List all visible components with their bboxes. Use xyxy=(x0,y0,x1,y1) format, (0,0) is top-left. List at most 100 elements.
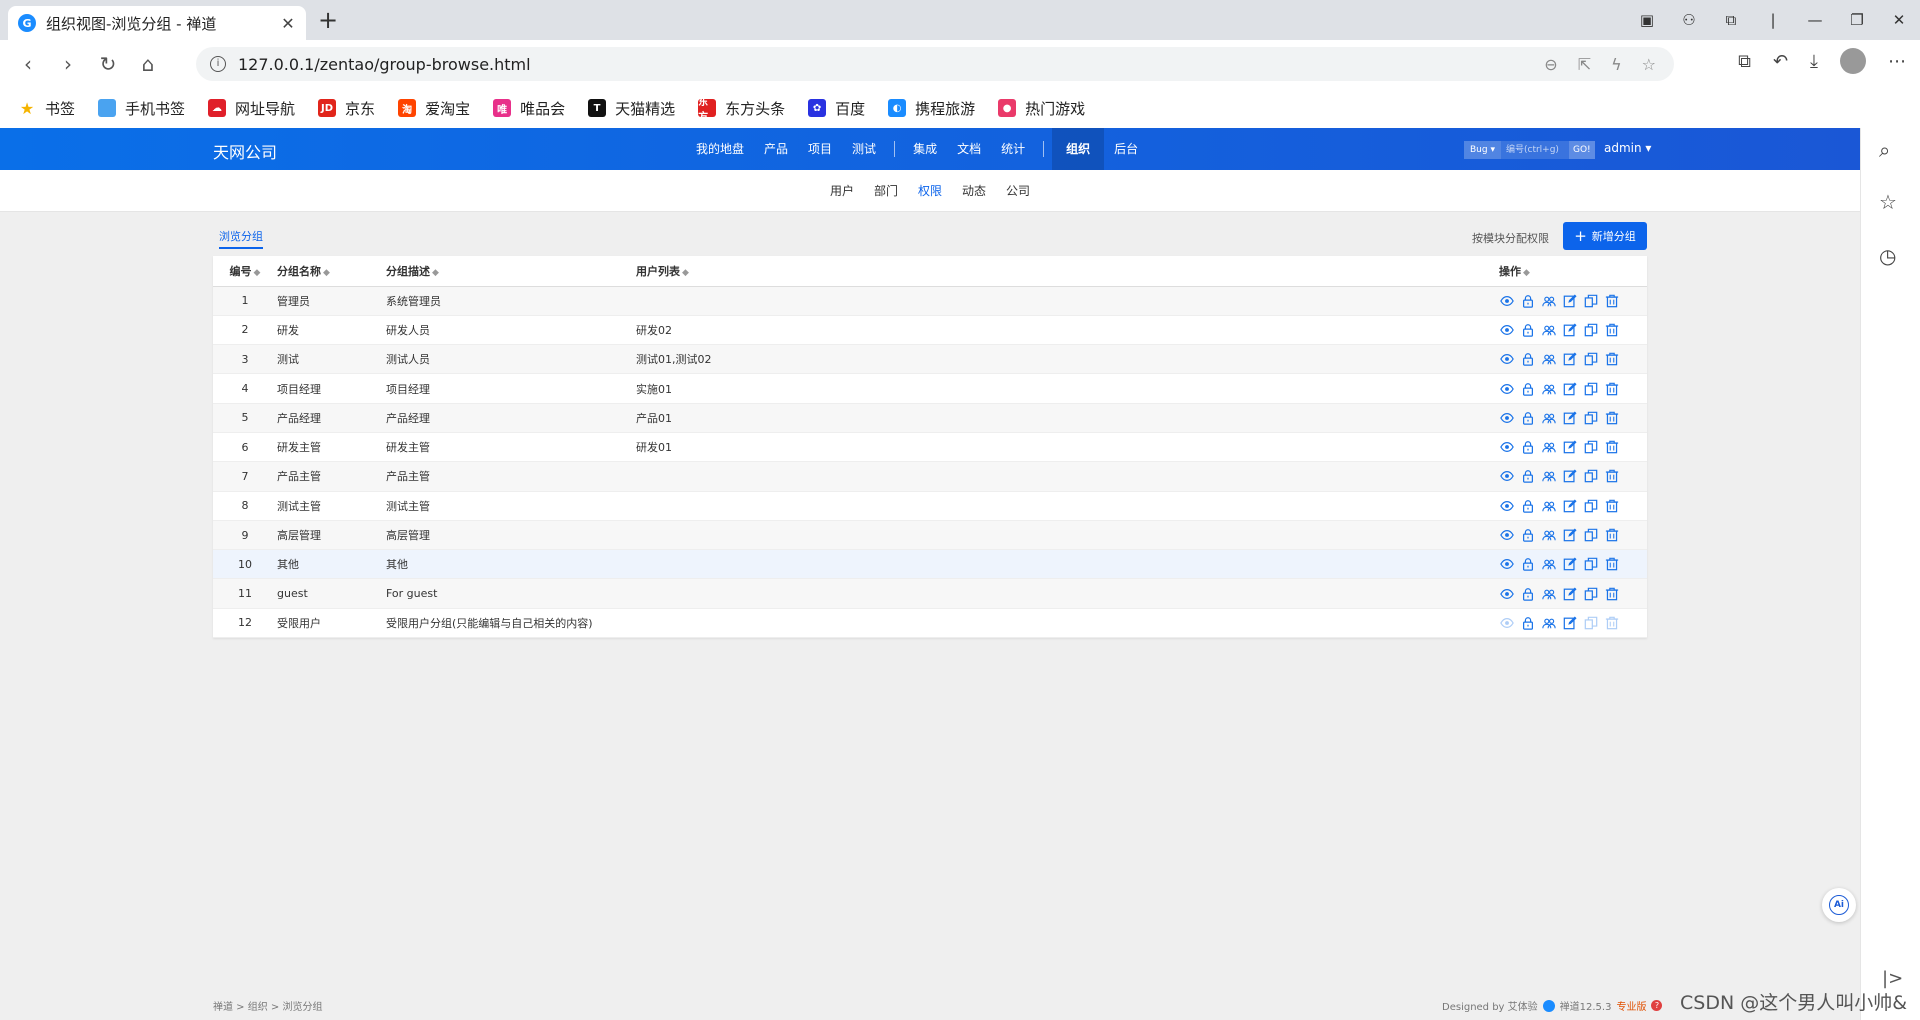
help-icon[interactable]: ? xyxy=(1651,1000,1663,1011)
sub-nav-item[interactable]: 部门 xyxy=(864,182,908,199)
col-users-header[interactable]: 用户列表 ◆ xyxy=(636,256,1499,287)
edit-icon[interactable] xyxy=(1562,322,1578,338)
delete-icon[interactable] xyxy=(1604,556,1620,572)
bookmark-item[interactable]: 东方 东方头条 xyxy=(698,97,785,123)
lock-icon[interactable] xyxy=(1520,527,1536,543)
view-icon[interactable] xyxy=(1499,498,1515,514)
members-icon[interactable] xyxy=(1541,381,1557,397)
members-icon[interactable] xyxy=(1541,468,1557,484)
ai-assistant-button[interactable]: Ai xyxy=(1822,888,1856,922)
copy-icon[interactable] xyxy=(1583,556,1599,572)
main-nav-item[interactable]: 统计 xyxy=(991,128,1035,170)
module-privilege-link[interactable]: 按模块分配权限 xyxy=(1472,230,1549,246)
members-icon[interactable] xyxy=(1541,615,1557,631)
members-icon[interactable] xyxy=(1541,498,1557,514)
edit-icon[interactable] xyxy=(1562,498,1578,514)
copy-icon[interactable] xyxy=(1583,410,1599,426)
sub-nav-item[interactable]: 权限 xyxy=(908,182,952,199)
table-row[interactable]: 4 项目经理 项目经理 实施01 xyxy=(213,373,1647,404)
sub-nav-item[interactable]: 用户 xyxy=(820,182,864,199)
members-icon[interactable] xyxy=(1541,527,1557,543)
reload-icon[interactable]: ↻ xyxy=(88,52,128,76)
edit-icon[interactable] xyxy=(1562,586,1578,602)
user-menu[interactable]: admin ▾ xyxy=(1604,141,1651,155)
lock-icon[interactable] xyxy=(1520,351,1536,367)
lock-icon[interactable] xyxy=(1520,322,1536,338)
main-nav-item[interactable]: 项目 xyxy=(798,128,842,170)
copy-icon[interactable] xyxy=(1583,527,1599,543)
lock-icon[interactable] xyxy=(1520,586,1536,602)
search-go-button[interactable]: GO! xyxy=(1568,141,1595,159)
view-icon[interactable] xyxy=(1499,322,1515,338)
lock-icon[interactable] xyxy=(1520,381,1536,397)
close-tab-icon[interactable]: ✕ xyxy=(280,14,296,33)
main-nav-item[interactable]: 后台 xyxy=(1104,128,1148,170)
bookmark-item[interactable]: JD 京东 xyxy=(318,98,375,119)
panel-collapse-icon[interactable]: |> xyxy=(1882,968,1903,989)
delete-icon[interactable] xyxy=(1604,439,1620,455)
minimize-icon[interactable]: — xyxy=(1794,8,1836,32)
edit-icon[interactable] xyxy=(1562,410,1578,426)
share-icon[interactable]: ⇱ xyxy=(1578,55,1591,74)
delete-icon[interactable] xyxy=(1604,498,1620,514)
maximize-icon[interactable]: ❐ xyxy=(1836,8,1878,32)
edit-icon[interactable] xyxy=(1562,293,1578,309)
bookmark-item[interactable]: 淘爱淘宝 xyxy=(398,98,470,119)
table-row[interactable]: 1 管理员 系统管理员 xyxy=(213,286,1647,316)
main-nav-item[interactable]: 文档 xyxy=(947,128,991,170)
delete-icon[interactable] xyxy=(1604,586,1620,602)
copy-icon[interactable] xyxy=(1583,381,1599,397)
col-actions-header[interactable]: 操作 ◆ xyxy=(1499,256,1647,287)
view-icon[interactable] xyxy=(1499,586,1515,602)
tab-browse-group[interactable]: 浏览分组 xyxy=(219,228,263,249)
table-row[interactable]: 6 研发主管 研发主管 研发01 xyxy=(213,432,1647,463)
breadcrumb[interactable]: 禅道 > 组织 > 浏览分组 xyxy=(213,998,322,1013)
extensions-icon[interactable]: ⧉ xyxy=(1710,8,1752,32)
copy-icon[interactable] xyxy=(1583,351,1599,367)
view-icon[interactable] xyxy=(1499,468,1515,484)
search-type-select[interactable]: Bug ▾ xyxy=(1464,141,1501,159)
browser-tab[interactable]: G 组织视图-浏览分组 - 禅道 ✕ xyxy=(8,6,306,40)
add-group-button[interactable]: + 新增分组 xyxy=(1563,222,1647,250)
table-row[interactable]: 12 受限用户 受限用户分组(只能编辑与自己相关的内容) xyxy=(213,608,1647,639)
search-input[interactable]: 编号(ctrl+g) xyxy=(1500,141,1569,159)
view-icon[interactable] xyxy=(1499,439,1515,455)
view-icon[interactable] xyxy=(1499,381,1515,397)
table-row[interactable]: 3 测试 测试人员 测试01,测试02 xyxy=(213,344,1647,375)
members-icon[interactable] xyxy=(1541,556,1557,572)
bookmark-item[interactable]: ☁ 网址导航 xyxy=(208,98,295,119)
delete-icon[interactable] xyxy=(1604,468,1620,484)
lock-icon[interactable] xyxy=(1520,468,1536,484)
lock-icon[interactable] xyxy=(1520,498,1536,514)
table-row[interactable]: 2 研发 研发人员 研发02 xyxy=(213,315,1647,346)
main-nav-item[interactable]: 集成 xyxy=(903,128,947,170)
edit-icon[interactable] xyxy=(1562,351,1578,367)
back-icon[interactable]: ‹ xyxy=(8,52,48,76)
edition-text[interactable]: 专业版 xyxy=(1616,998,1646,1013)
col-desc-header[interactable]: 分组描述 ◆ xyxy=(386,256,636,287)
profile-avatar[interactable] xyxy=(1840,48,1866,74)
company-name[interactable]: 天网公司 xyxy=(213,139,277,163)
sub-nav-item[interactable]: 动态 xyxy=(952,182,996,199)
copy-icon[interactable] xyxy=(1583,498,1599,514)
bookmark-item[interactable]: 手机书签 xyxy=(98,98,185,119)
sub-nav-item[interactable]: 公司 xyxy=(996,182,1040,199)
table-row[interactable]: 11 guest For guest xyxy=(213,578,1647,609)
table-row[interactable]: 10 其他 其他 xyxy=(213,549,1647,580)
view-icon[interactable] xyxy=(1499,351,1515,367)
favorites-star-icon[interactable]: ☆ xyxy=(1879,190,1897,214)
members-icon[interactable] xyxy=(1541,293,1557,309)
more-menu-icon[interactable]: ⋯ xyxy=(1888,51,1906,72)
edit-icon[interactable] xyxy=(1562,615,1578,631)
table-row[interactable]: 8 测试主管 测试主管 xyxy=(213,491,1647,521)
members-icon[interactable] xyxy=(1541,439,1557,455)
delete-icon[interactable] xyxy=(1604,293,1620,309)
members-icon[interactable] xyxy=(1541,351,1557,367)
delete-icon[interactable] xyxy=(1604,381,1620,397)
copy-icon[interactable] xyxy=(1583,322,1599,338)
members-icon[interactable] xyxy=(1541,586,1557,602)
site-info-icon[interactable]: i xyxy=(210,56,226,72)
col-name-header[interactable]: 分组名称 ◆ xyxy=(277,256,386,287)
bookmark-item[interactable]: ★ 书签 xyxy=(18,98,75,119)
delete-icon[interactable] xyxy=(1604,322,1620,338)
